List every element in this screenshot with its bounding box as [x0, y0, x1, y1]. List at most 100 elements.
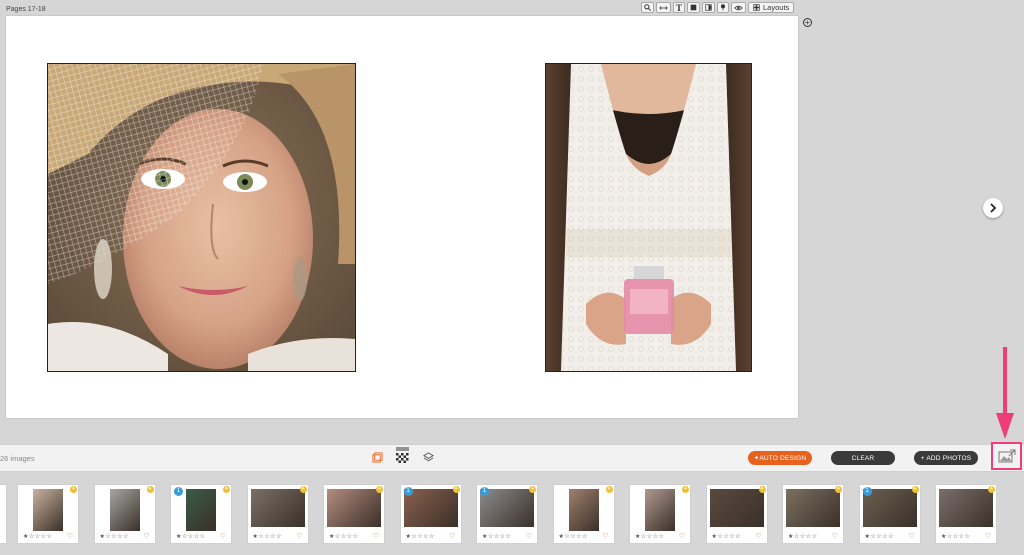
- photo-frame-right[interactable]: [545, 63, 752, 372]
- enhance-icon[interactable]: ✦: [911, 486, 919, 493]
- star-rating[interactable]: ★☆☆☆☆: [100, 533, 129, 540]
- annotation-arrow-icon: [996, 347, 1014, 439]
- star-rating[interactable]: ★☆☆☆☆: [865, 533, 894, 540]
- thumbnail-partial[interactable]: [0, 484, 7, 544]
- text-tool-button[interactable]: T: [673, 2, 686, 13]
- contrast-icon: [705, 4, 712, 11]
- enhance-icon[interactable]: ✦: [682, 486, 689, 493]
- export-images-button[interactable]: [991, 442, 1022, 470]
- enhance-icon[interactable]: ✦: [299, 486, 307, 493]
- image-count-label: 26 images: [0, 454, 35, 463]
- photo-thumbnail[interactable]: ✦ ★☆☆☆☆ ♡: [629, 484, 691, 544]
- star-rating[interactable]: ★☆☆☆☆: [941, 533, 970, 540]
- photo-frame-left[interactable]: [47, 63, 356, 372]
- used-count-badge: 1: [174, 487, 183, 496]
- star-rating[interactable]: ★☆☆☆☆: [23, 533, 52, 540]
- layout-toolbar: T Layouts: [641, 2, 795, 13]
- photo-thumbnail[interactable]: ✦ ★☆☆☆☆ ♡: [17, 484, 79, 544]
- photo-thumbnail[interactable]: 1 ✦ ★☆☆☆☆ ♡: [476, 484, 538, 544]
- star-rating[interactable]: ★☆☆☆☆: [253, 533, 282, 540]
- photo-thumbnail[interactable]: ✦ ★☆☆☆☆ ♡: [246, 484, 309, 544]
- thumbnail-image: [109, 489, 140, 531]
- layers-icon: [422, 451, 434, 461]
- layouts-button[interactable]: Layouts: [748, 2, 795, 13]
- fit-width-button[interactable]: [656, 2, 671, 13]
- heart-icon[interactable]: ♡: [908, 532, 914, 540]
- star-rating[interactable]: ★☆☆☆☆: [329, 533, 358, 540]
- star-rating[interactable]: ★☆☆☆☆: [559, 533, 588, 540]
- next-page-button[interactable]: [983, 198, 1003, 218]
- heart-icon[interactable]: ♡: [985, 532, 991, 540]
- zoom-tool-button[interactable]: [641, 2, 654, 13]
- magnifier-icon: [644, 4, 651, 11]
- photo-thumbnail-strip[interactable]: ✦ ★☆☆☆☆ ♡ ✦ ★☆☆☆☆ ♡ 1 ✦ ★☆☆☆☆ ♡ ✦ ★☆☆☆☆ ♡ ✦ ★☆☆☆☆ ♡ 1 ✦ ★☆…: [0, 479, 1024, 555]
- photo-thumbnail[interactable]: ✦ ★☆☆☆☆ ♡: [93, 484, 156, 544]
- heart-icon[interactable]: ♡: [755, 532, 761, 540]
- heart-icon[interactable]: ♡: [373, 532, 379, 540]
- album-spread-canvas[interactable]: [6, 16, 798, 418]
- heart-icon[interactable]: ♡: [220, 532, 226, 540]
- thumbnail-image: [327, 489, 381, 527]
- used-count-badge: 1: [862, 487, 872, 496]
- thumbnail-image: [709, 489, 764, 527]
- thumbnail-image: [645, 489, 675, 531]
- heart-icon[interactable]: ♡: [67, 532, 73, 540]
- image-export-icon: [998, 449, 1015, 463]
- thumbnail-image: [939, 489, 993, 527]
- pin-icon: [720, 4, 726, 11]
- enhance-icon[interactable]: ✦: [988, 486, 995, 493]
- photo-thumbnail[interactable]: ✦ ★☆☆☆☆ ♡: [705, 484, 768, 544]
- checker-grid-icon: [395, 447, 409, 463]
- auto-design-button[interactable]: ✦AUTO DESIGN: [748, 451, 812, 465]
- bride-portrait-photo: [48, 64, 355, 371]
- photo-thumbnail[interactable]: ✦ ★☆☆☆☆ ♡: [782, 484, 844, 544]
- shape-tool-button[interactable]: [702, 2, 716, 13]
- bride-perfume-photo: [546, 64, 751, 371]
- photo-thumbnail[interactable]: 1 ✦ ★☆☆☆☆ ♡: [170, 484, 232, 544]
- pages-label: Pages 17-18: [6, 6, 46, 13]
- photo-thumbnail[interactable]: ✦ ★☆☆☆☆ ♡: [552, 484, 615, 544]
- stack-view-button[interactable]: [371, 451, 383, 463]
- star-rating[interactable]: ★☆☆☆☆: [788, 533, 817, 540]
- star-rating[interactable]: ★☆☆☆☆: [712, 533, 741, 540]
- heart-icon[interactable]: ♡: [679, 532, 685, 540]
- heart-icon[interactable]: ♡: [526, 532, 532, 540]
- enhance-icon[interactable]: ✦: [758, 486, 766, 493]
- enhance-icon[interactable]: ✦: [452, 486, 460, 493]
- used-count-badge: 1: [403, 487, 413, 496]
- preview-button[interactable]: [731, 2, 747, 13]
- photo-thumbnail[interactable]: 1 ✦ ★☆☆☆☆ ♡: [858, 484, 921, 544]
- thumbnail-image: [33, 489, 63, 531]
- star-rating[interactable]: ★☆☆☆☆: [406, 533, 435, 540]
- heart-icon[interactable]: ♡: [143, 532, 149, 540]
- star-rating[interactable]: ★☆☆☆☆: [176, 533, 205, 540]
- star-rating[interactable]: ★☆☆☆☆: [482, 533, 511, 540]
- frame-tool-button[interactable]: [687, 2, 701, 13]
- photo-thumbnail[interactable]: 1 ✦ ★☆☆☆☆ ♡: [399, 484, 462, 544]
- frame-icon: [690, 4, 697, 11]
- pin-tool-button[interactable]: [717, 2, 730, 13]
- thumbnail-image: [250, 489, 305, 527]
- clear-button[interactable]: CLEAR: [831, 451, 895, 465]
- heart-icon[interactable]: ♡: [832, 532, 838, 540]
- layers-view-button[interactable]: [422, 451, 434, 463]
- photo-thumbnail[interactable]: ✦ ★☆☆☆☆ ♡: [323, 484, 385, 544]
- enhance-icon[interactable]: ✦: [835, 486, 842, 493]
- zoom-in-icon[interactable]: +: [803, 18, 812, 27]
- enhance-icon[interactable]: ✦: [223, 486, 230, 493]
- enhance-icon[interactable]: ✦: [605, 486, 613, 493]
- heart-icon[interactable]: ♡: [449, 532, 455, 540]
- add-photos-button[interactable]: + ADD PHOTOS: [914, 451, 978, 465]
- star-rating[interactable]: ★☆☆☆☆: [635, 533, 664, 540]
- heart-icon[interactable]: ♡: [296, 532, 302, 540]
- enhance-icon[interactable]: ✦: [376, 486, 383, 493]
- layouts-label: Layouts: [763, 3, 790, 12]
- photo-thumbnail[interactable]: ✦ ★☆☆☆☆ ♡: [935, 484, 997, 544]
- grid-icon: [753, 4, 760, 11]
- enhance-icon[interactable]: ✦: [529, 486, 536, 493]
- enhance-icon[interactable]: ✦: [70, 486, 77, 493]
- enhance-icon[interactable]: ✦: [146, 486, 154, 493]
- grid-view-button[interactable]: [395, 446, 409, 466]
- heart-icon[interactable]: ♡: [602, 532, 608, 540]
- stack-icon: [371, 451, 383, 463]
